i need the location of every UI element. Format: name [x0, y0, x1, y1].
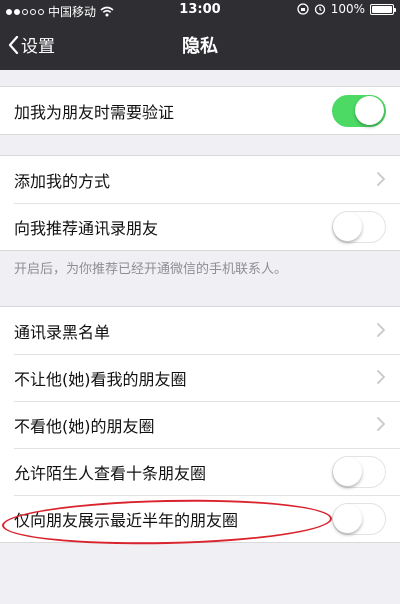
- toggle-recommend-contacts[interactable]: [332, 211, 386, 243]
- row-add-me-methods[interactable]: 添加我的方式: [0, 156, 400, 203]
- row-label: 不看他(她)的朋友圈: [14, 416, 155, 436]
- row-label: 仅向朋友展示最近半年的朋友圈: [14, 510, 239, 530]
- alarm-icon: [314, 4, 325, 15]
- row-label: 添加我的方式: [14, 171, 111, 191]
- toggle-strangers-view-ten[interactable]: [332, 456, 386, 488]
- row-label: 允许陌生人查看十条朋友圈: [14, 463, 207, 483]
- row-strangers-view-ten: 允许陌生人查看十条朋友圈: [0, 448, 400, 495]
- chevron-right-icon: [377, 172, 385, 186]
- row-require-verification: 加我为朋友时需要验证: [0, 87, 400, 134]
- row-label: 通讯录黑名单: [14, 322, 111, 342]
- status-bar: 中国移动 13:00 100%: [0, 0, 400, 20]
- toggle-recent-half-year[interactable]: [332, 503, 386, 535]
- row-label: 向我推荐通讯录朋友: [14, 218, 159, 238]
- battery-percent: 100%: [330, 2, 365, 16]
- nav-bar: 设置 隐私: [0, 20, 400, 70]
- page-title: 隐私: [182, 36, 218, 57]
- row-recent-half-year: 仅向朋友展示最近半年的朋友圈: [0, 495, 400, 542]
- toggle-require-verification[interactable]: [332, 95, 386, 127]
- recommend-contacts-hint: 开启后，为你推荐已经开通微信的手机联系人。: [14, 262, 288, 277]
- row-hide-my-moments[interactable]: 不让他(她)看我的朋友圈: [0, 354, 400, 401]
- chevron-right-icon: [377, 323, 385, 337]
- chevron-right-icon: [377, 417, 385, 431]
- rotation-lock-icon: [297, 3, 309, 15]
- battery-icon: [370, 3, 396, 15]
- top-bar: 中国移动 13:00 100% 设置 隐私: [0, 0, 400, 70]
- settings-group-moments: 通讯录黑名单 不让他(她)看我的朋友圈 不看他(她)的朋友圈 允许陌生人查看十条…: [0, 306, 400, 543]
- row-hide-their-moments[interactable]: 不看他(她)的朋友圈: [0, 401, 400, 448]
- settings-group-add-me: 添加我的方式 向我推荐通讯录朋友: [0, 155, 400, 251]
- status-right: 100%: [297, 2, 396, 16]
- settings-group-verification: 加我为朋友时需要验证: [0, 86, 400, 135]
- row-label: 不让他(她)看我的朋友圈: [14, 369, 187, 389]
- row-contacts-blacklist[interactable]: 通讯录黑名单: [0, 307, 400, 354]
- row-recommend-contacts: 向我推荐通讯录朋友: [0, 203, 400, 250]
- chevron-right-icon: [377, 370, 385, 384]
- row-label: 加我为朋友时需要验证: [14, 102, 175, 122]
